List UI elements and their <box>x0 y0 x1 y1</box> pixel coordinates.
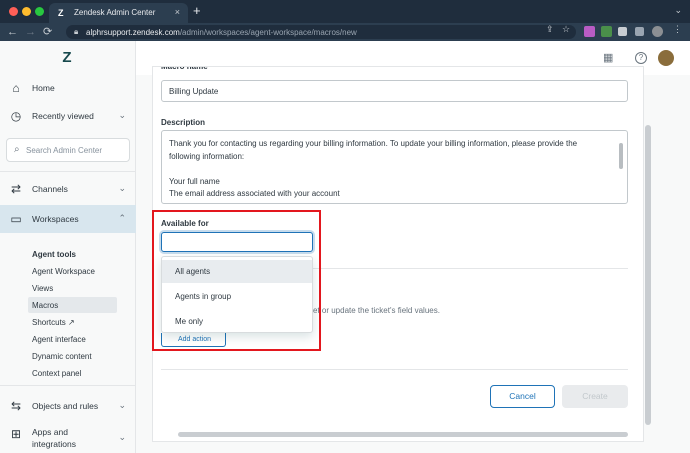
sidebar-item-label: Channels <box>32 184 68 194</box>
macro-name-label: Macro name <box>161 67 208 73</box>
sidebar-subitem-shortcuts[interactable]: Shortcuts ↗ <box>32 318 75 327</box>
bookmark-star-icon[interactable]: ☆ <box>562 24 570 35</box>
objects-rules-icon: ⇆ <box>10 399 22 413</box>
url-path: /admin/workspaces/agent-workspace/macros… <box>179 28 357 37</box>
forward-icon[interactable]: → <box>25 25 36 39</box>
sidebar-item-label: Objects and rules <box>32 401 99 411</box>
user-avatar[interactable] <box>658 50 674 66</box>
address-url: alphrsupport.zendesk.com/admin/workspace… <box>86 28 357 37</box>
description-line: Thank you for contacting us regarding yo… <box>169 139 578 148</box>
create-button[interactable]: Create <box>562 385 628 408</box>
description-label: Description <box>161 118 206 127</box>
sidebar-subitem-agent-workspace[interactable]: Agent Workspace <box>32 267 95 276</box>
search-input[interactable] <box>26 143 126 157</box>
horizontal-scrollbar[interactable] <box>178 432 628 437</box>
share-icon[interactable]: ⇪ <box>546 24 554 35</box>
sidebar: Z ⌂ Home ◷ Recently viewed ⌄ ⌕ ⇄ Channel… <box>0 41 136 453</box>
zendesk-logo-icon[interactable]: Z <box>57 50 77 65</box>
tab-title: Zendesk Admin Center <box>74 8 156 17</box>
apps-grid-icon: ⊞ <box>10 427 22 441</box>
profile-avatar-icon[interactable] <box>652 26 663 37</box>
footer-divider <box>161 369 628 370</box>
sidebar-subheading-agent-tools: Agent tools <box>32 250 76 259</box>
zendesk-favicon-icon: Z <box>58 8 64 18</box>
macro-name-value: Billing Update <box>169 87 219 96</box>
tab-search-icon[interactable]: ⌄ <box>674 5 682 16</box>
chevron-down-icon: ⌄ <box>118 432 126 442</box>
sidebar-subitem-agent-interface[interactable]: Agent interface <box>32 335 86 344</box>
actions-description: et or update the ticket's field values. <box>313 306 440 315</box>
browser-tab-bar: Z Zendesk Admin Center × + ⌄ <box>0 0 690 23</box>
option-label: Me only <box>175 317 204 326</box>
lock-icon: 🔒︎ <box>74 27 79 36</box>
description-line: following information: <box>169 152 245 161</box>
option-label: Agents in group <box>175 292 232 301</box>
sidebar-item-channels[interactable]: ⇄ Channels ⌄ <box>0 175 136 203</box>
clock-icon: ◷ <box>10 109 22 123</box>
sidebar-item-label: integrations <box>32 439 76 449</box>
extensions-puzzle-icon[interactable] <box>618 27 627 36</box>
channels-arrows-icon: ⇄ <box>10 182 22 196</box>
products-grid-icon[interactable]: ▦ <box>603 52 613 64</box>
tab-close-icon[interactable]: × <box>175 7 180 17</box>
sidebar-item-label: Workspaces <box>32 214 79 224</box>
extension-icon[interactable] <box>584 26 595 37</box>
sidebar-search: ⌕ <box>6 138 130 162</box>
sidebar-item-home[interactable]: ⌂ Home <box>0 74 136 102</box>
address-bar[interactable]: 🔒︎ alphrsupport.zendesk.com/admin/worksp… <box>66 25 576 39</box>
description-scrollbar[interactable] <box>619 143 623 169</box>
chevron-down-icon: ⌄ <box>118 400 126 410</box>
chevron-up-icon: ⌃ <box>118 213 126 223</box>
option-all-agents[interactable]: All agents <box>162 260 312 283</box>
home-icon: ⌂ <box>12 81 20 95</box>
sidebar-item-workspaces[interactable]: ▭ Workspaces ⌃ <box>0 205 136 233</box>
sidebar-item-apps-and-integrations[interactable]: ⊞ Apps and integrations ⌄ <box>0 421 136 453</box>
close-window-button[interactable] <box>9 7 18 16</box>
sidebar-subitem-views[interactable]: Views <box>32 284 53 293</box>
browser-tab[interactable]: Z Zendesk Admin Center × <box>49 3 188 23</box>
option-label: All agents <box>175 267 211 276</box>
sidebar-item-recently-viewed[interactable]: ◷ Recently viewed ⌄ <box>0 102 136 130</box>
cancel-button[interactable]: Cancel <box>490 385 555 408</box>
option-agents-in-group[interactable]: Agents in group <box>162 285 312 308</box>
available-for-select[interactable] <box>161 232 313 252</box>
sidebar-item-label: Home <box>32 83 55 93</box>
new-tab-button[interactable]: + <box>193 4 201 18</box>
macro-name-field[interactable]: Billing Update <box>161 80 628 102</box>
available-for-menu: All agents Agents in group Me only <box>161 256 313 333</box>
sidebar-divider <box>0 385 136 386</box>
chevron-down-icon: ⌄ <box>118 183 126 193</box>
sidebar-item-label: Recently viewed <box>32 111 94 121</box>
vertical-scrollbar[interactable] <box>645 125 651 425</box>
help-icon[interactable]: ? <box>635 52 647 64</box>
sidebar-subitem-macros[interactable]: Macros <box>32 301 58 310</box>
sidebar-item-objects-and-rules[interactable]: ⇆ Objects and rules ⌄ <box>0 392 136 420</box>
maximize-window-button[interactable] <box>35 7 44 16</box>
workspaces-monitor-icon: ▭ <box>10 212 22 226</box>
description-line: The email address associated with your a… <box>169 189 340 198</box>
description-field[interactable]: Thank you for contacting us regarding yo… <box>161 130 628 204</box>
available-for-label: Available for <box>161 219 209 228</box>
description-line: Your full name <box>169 177 220 186</box>
chevron-down-icon: ⌄ <box>118 110 126 120</box>
sidebar-subitem-dynamic-content[interactable]: Dynamic content <box>32 352 92 361</box>
sidebar-panel-icon[interactable] <box>635 27 644 36</box>
browser-menu-icon[interactable]: ⋮ <box>673 24 682 35</box>
minimize-window-button[interactable] <box>22 7 31 16</box>
browser-toolbar: ← → ⟳ 🔒︎ alphrsupport.zendesk.com/admin/… <box>0 23 690 41</box>
search-icon: ⌕ <box>14 144 20 155</box>
sidebar-subitem-context-panel[interactable]: Context panel <box>32 369 81 378</box>
sidebar-item-label: Apps and <box>32 427 68 437</box>
url-host: alphrsupport.zendesk.com <box>86 28 180 37</box>
back-icon[interactable]: ← <box>7 25 18 39</box>
option-me-only[interactable]: Me only <box>162 310 312 333</box>
sidebar-divider <box>0 171 136 172</box>
reload-icon[interactable]: ⟳ <box>43 25 52 39</box>
extension-icon[interactable] <box>601 26 612 37</box>
